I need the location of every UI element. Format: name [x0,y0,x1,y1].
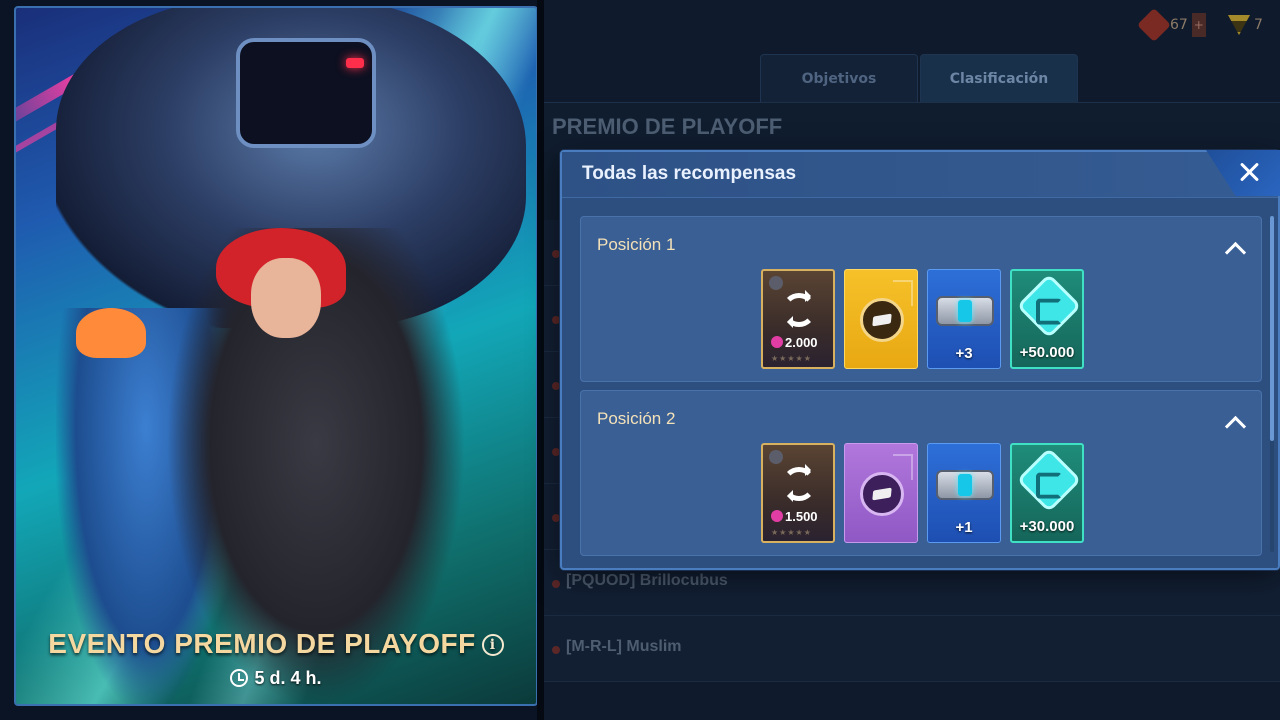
event-title: EVENTO PREMIO DE PLAYOFF i [16,628,536,660]
currency-a-value: 67 [1170,17,1188,33]
chip-icon [769,276,783,290]
status-dot [552,316,560,324]
star-rating: ★★★★★ [771,354,812,363]
booster-reward[interactable]: +3 [927,269,1001,369]
reward-row: 2.000 ★★★★★ +3 +50.000 [761,269,1084,369]
currency-b[interactable]: 7 [1228,12,1263,38]
reward-amount: +1 [955,519,973,536]
pilot-reward[interactable]: 1.500 ★★★★★ [761,443,835,543]
status-dot [552,448,560,456]
event-timer-text: 5 d. 4 h. [254,668,322,688]
reward-amount: +3 [955,345,973,362]
info-icon[interactable]: i [481,634,504,656]
booster-reward[interactable]: +1 [927,443,1001,543]
scroll-thumb[interactable] [1270,216,1274,441]
tab-objetivos[interactable]: Objetivos [760,54,918,102]
credits-reward[interactable]: +30.000 [1010,443,1084,543]
reward-row: 1.500 ★★★★★ +1 +30.000 [761,443,1084,543]
status-dot [552,382,560,390]
chip-icon [769,450,783,464]
module-reward[interactable] [844,269,918,369]
position-2-block: Posición 2 1.500 ★★★★★ +1 +30.000 [580,390,1262,556]
currency-b-value: 7 [1254,17,1263,33]
position-label: Posición 1 [597,235,676,254]
event-timer: 5 d. 4 h. [16,668,536,689]
credit-icon [1016,273,1082,339]
chevron-up-icon[interactable] [1225,239,1243,257]
reward-amount: +50.000 [1019,344,1075,361]
reward-amount: 2.000 [771,335,818,350]
event-banner[interactable]: EVENTO PREMIO DE PLAYOFF i 5 d. 4 h. [14,6,538,706]
booster-icon [936,470,994,500]
tab-clasificacion[interactable]: Clasificación [920,54,1078,102]
panel-divider [537,0,544,720]
status-dot [552,514,560,522]
mech-eye [346,58,364,68]
player-name: [PQUOD] Brillocubus [566,572,728,589]
pilot-hair-back [76,308,146,358]
close-icon [1238,160,1262,184]
fuel-icon [1137,8,1171,42]
currency-a[interactable]: 67 + [1137,8,1206,42]
add-currency-a-button[interactable]: + [1191,13,1206,37]
modal-title: Todas las recompensas [582,163,797,184]
status-dot [552,580,560,588]
refresh-icon [782,290,816,328]
module-reward[interactable] [844,443,918,543]
player-name: [M-R-L] Muslim [566,638,682,655]
token-icon [771,510,783,522]
position-label: Posición 2 [597,409,676,428]
star-rating: ★★★★★ [771,528,812,537]
module-icon [860,472,904,516]
event-title-text: EVENTO PREMIO DE PLAYOFF [48,628,476,659]
background-title: PREMIO DE PLAYOFF [552,114,783,139]
clock-icon [230,669,249,687]
credits-reward[interactable]: +50.000 [1010,269,1084,369]
pilot-face [251,258,321,338]
credit-icon [1016,447,1082,513]
tab-bar: Objetivos Clasificación [760,54,1078,102]
reward-amount: +30.000 [1019,518,1075,535]
modal-header: Todas las recompensas [562,152,1278,198]
refresh-icon [782,464,816,502]
leaderboard-row[interactable]: [M-R-L] Muslim [544,616,1280,682]
reward-amount: 1.500 [771,509,818,524]
rewards-list[interactable]: Posición 1 2.000 ★★★★★ +3 +50.000 Posici… [580,216,1262,556]
status-dot [552,250,560,258]
chevron-up-icon[interactable] [1225,413,1243,431]
reward-amount-text: 2.000 [785,335,818,350]
reward-amount-text: 1.500 [785,509,818,524]
position-1-block: Posición 1 2.000 ★★★★★ +3 +50.000 [580,216,1262,382]
scrollbar[interactable] [1270,216,1274,552]
rewards-modal: Todas las recompensas Posición 1 2.000 ★… [560,150,1280,570]
module-icon [860,298,904,342]
status-dot [552,646,560,654]
mech-visor [236,38,376,148]
booster-icon [936,296,994,326]
pilot-reward[interactable]: 2.000 ★★★★★ [761,269,835,369]
token-icon [771,336,783,348]
key-icon [1228,15,1250,35]
